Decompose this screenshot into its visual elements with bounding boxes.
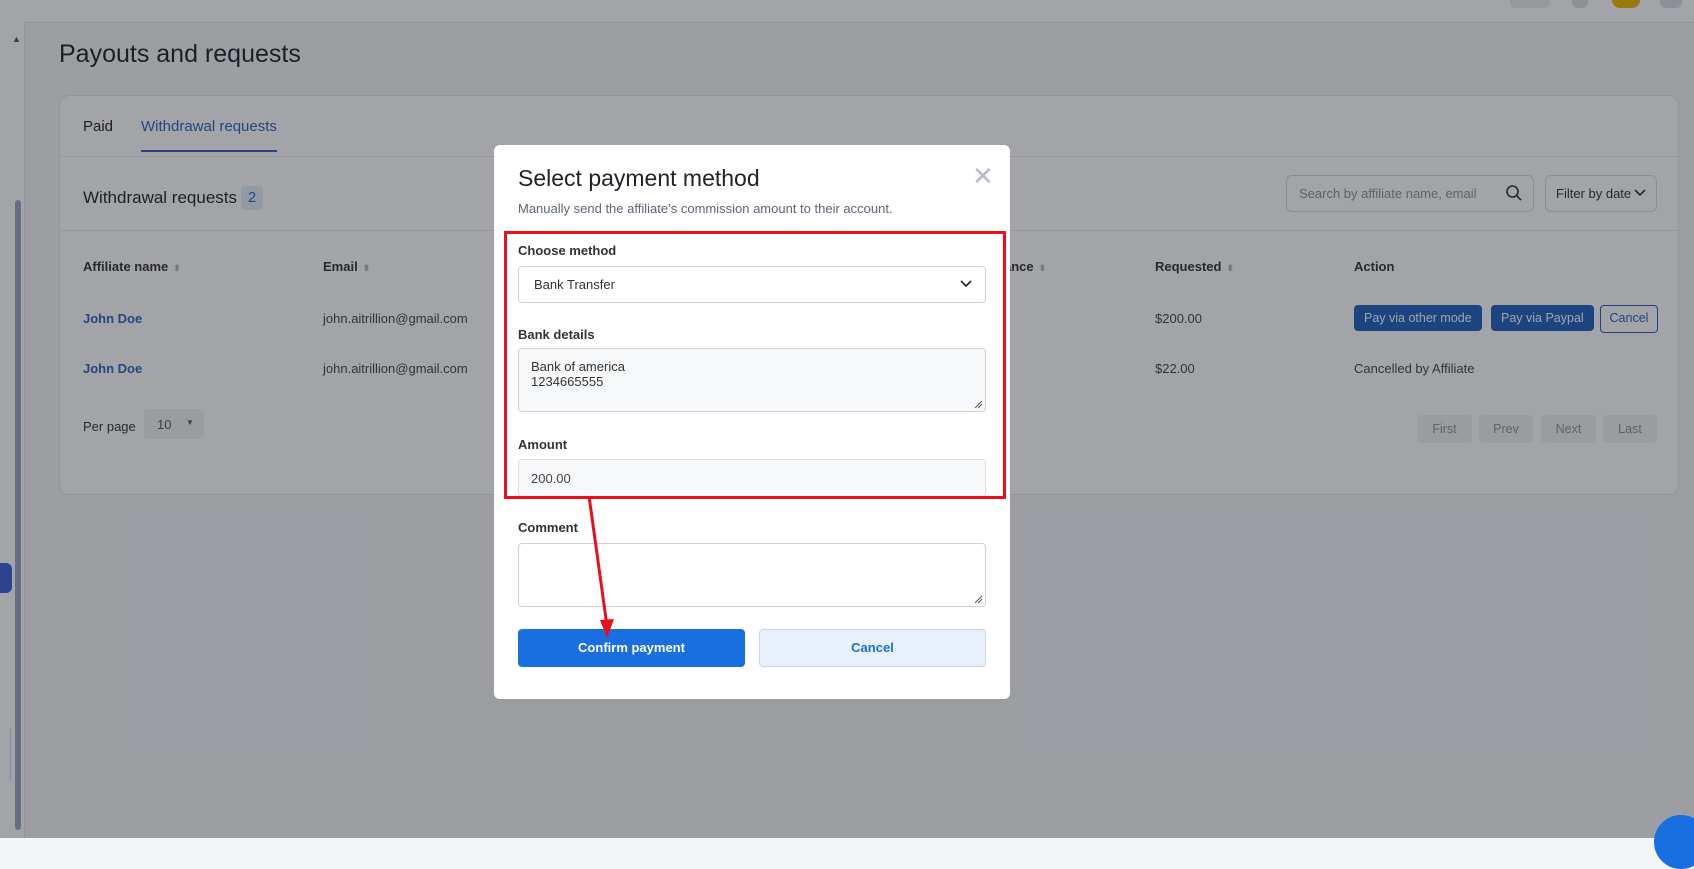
choose-method-label: Choose method <box>518 243 617 258</box>
bank-details-line: 1234665555 <box>531 374 604 389</box>
chevron-down-icon <box>960 280 972 288</box>
modal-subtitle: Manually send the affiliate’s commission… <box>518 201 893 216</box>
close-icon[interactable]: ✕ <box>972 163 994 189</box>
modal-title: Select payment method <box>518 165 760 191</box>
bank-details-line: Bank of america <box>531 359 625 374</box>
resize-grip-icon[interactable] <box>973 594 983 604</box>
amount-value: 200.00 <box>531 471 571 486</box>
modal-cancel-button[interactable]: Cancel <box>759 629 986 667</box>
payment-method-modal: Select payment method ✕ Manually send th… <box>494 145 1010 699</box>
amount-label: Amount <box>518 437 568 452</box>
resize-grip-icon[interactable] <box>973 399 983 409</box>
payment-method-select[interactable]: Bank Transfer <box>518 266 986 303</box>
bank-details-label: Bank details <box>518 327 595 342</box>
amount-field[interactable]: 200.00 <box>518 459 986 497</box>
bank-details-textarea[interactable]: Bank of america 1234665555 <box>518 348 986 412</box>
payment-method-value: Bank Transfer <box>534 277 615 292</box>
chat-launcher-button[interactable] <box>1654 815 1694 869</box>
comment-textarea[interactable] <box>518 543 986 607</box>
comment-label: Comment <box>518 520 578 535</box>
confirm-payment-button[interactable]: Confirm payment <box>518 629 745 667</box>
